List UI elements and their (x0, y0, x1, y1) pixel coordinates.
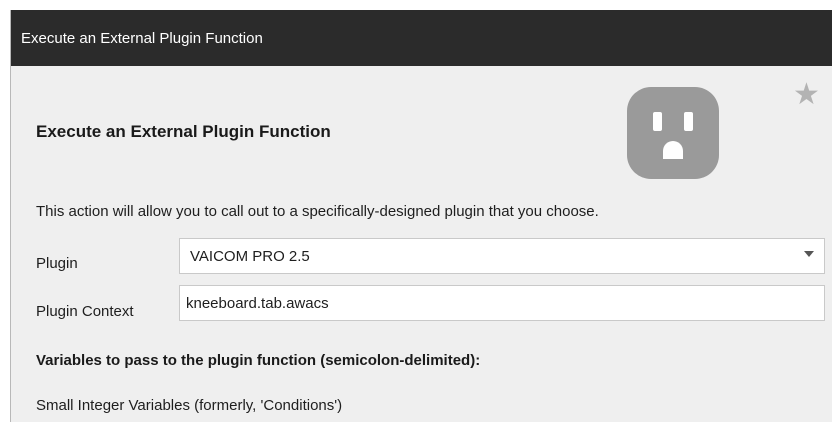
favorite-star-icon[interactable]: ★ (793, 80, 820, 110)
dialog-heading: Execute an External Plugin Function (36, 122, 331, 141)
plugin-label: Plugin (36, 255, 78, 272)
action-description: This action will allow you to call out t… (36, 203, 599, 220)
plugin-context-input[interactable] (179, 285, 825, 321)
plugin-select[interactable]: VAICOM PRO 2.5 (179, 238, 825, 274)
dialog-content: Execute an External Plugin Function ★ Th… (11, 66, 832, 422)
window-titlebar: Execute an External Plugin Function (11, 10, 832, 66)
plugin-function-dialog: Execute an External Plugin Function Exec… (10, 10, 832, 422)
small-integer-variables-label: Small Integer Variables (formerly, 'Cond… (36, 397, 343, 414)
chevron-down-icon (804, 251, 814, 257)
window-title: Execute an External Plugin Function (21, 29, 263, 47)
plugin-context-label: Plugin Context (36, 303, 134, 320)
variables-heading: Variables to pass to the plugin function… (36, 352, 481, 369)
power-outlet-icon (627, 87, 719, 179)
plugin-selected-value: VAICOM PRO 2.5 (190, 247, 310, 265)
